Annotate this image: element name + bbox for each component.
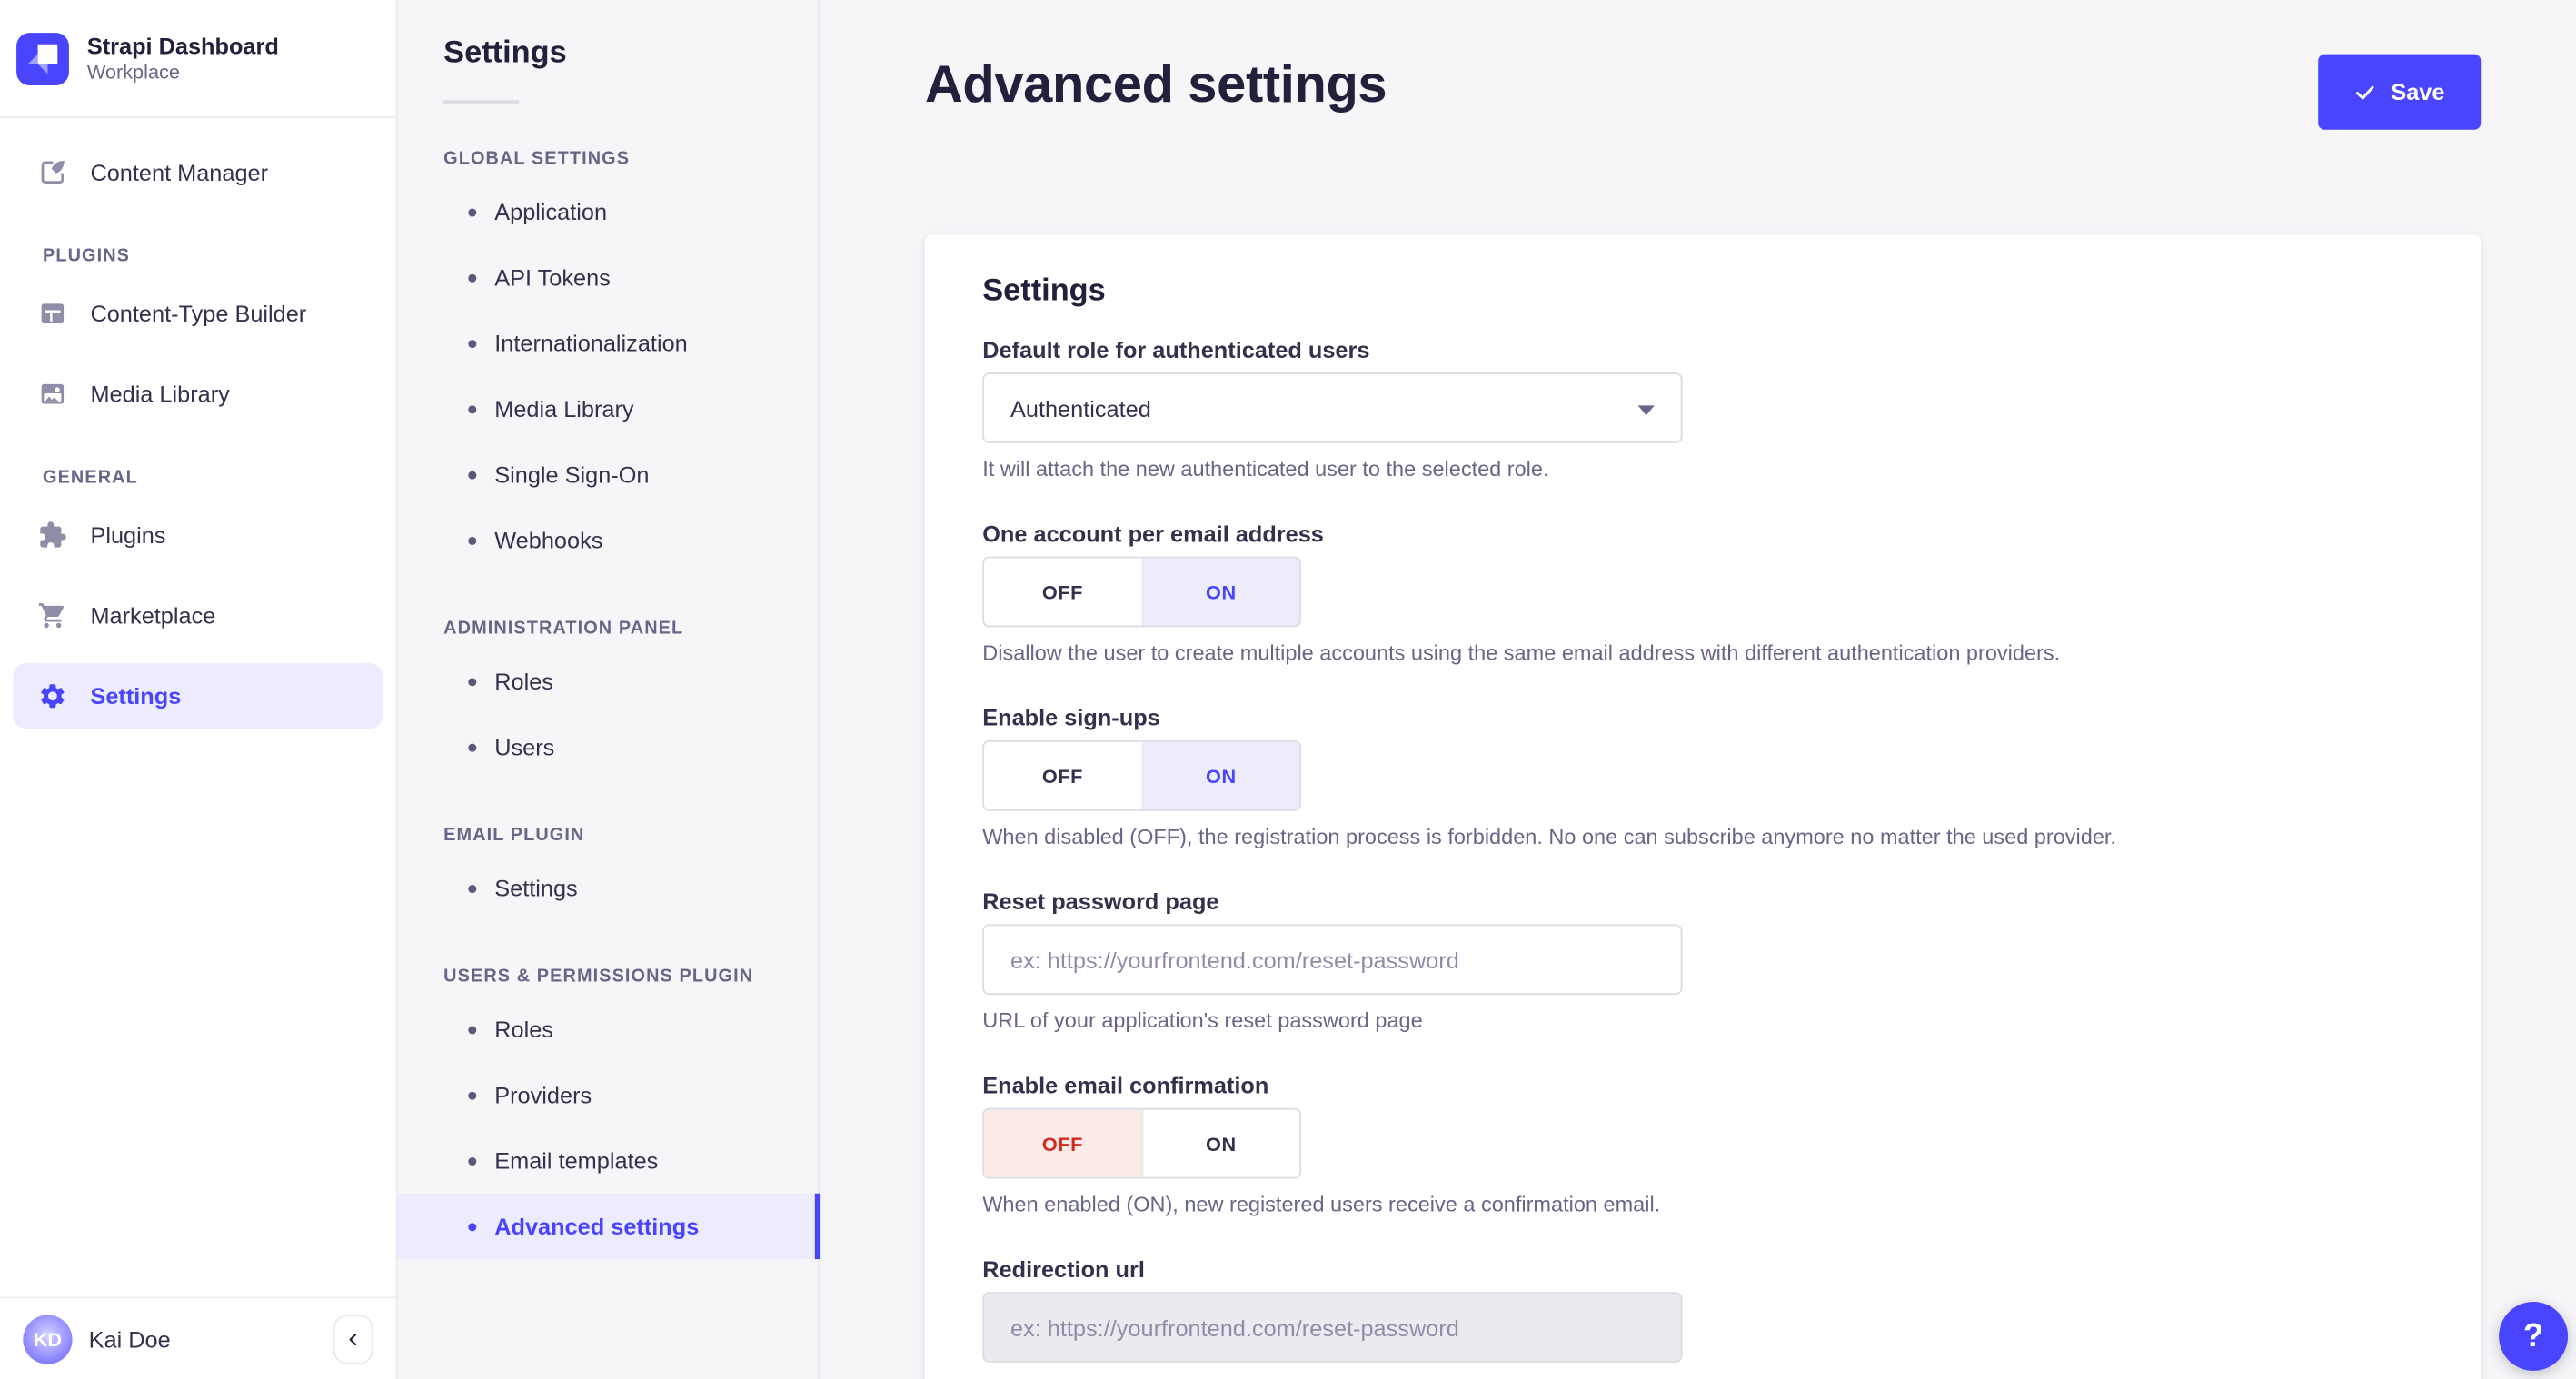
toggle-on-option[interactable]: ON [1140, 1109, 1299, 1177]
toggle-on-option[interactable]: ON [1140, 558, 1300, 626]
sidebar-section-general: GENERAL [43, 468, 138, 488]
sidebar-item-label: Plugins [90, 521, 166, 549]
picture-icon [38, 379, 68, 409]
subnav-item-up-email-templates[interactable]: Email templates [398, 1127, 819, 1193]
field-reset-password-page: Reset password page URL of your applicat… [982, 888, 2423, 1033]
sidebar-item-content-manager[interactable]: Content Manager [13, 140, 383, 205]
enable-sign-ups-toggle: OFF ON [982, 740, 1302, 811]
subnav-title: Settings [443, 35, 567, 71]
collapse-sidebar-button[interactable] [333, 1314, 373, 1364]
check-icon [2355, 81, 2377, 102]
subnav-section-administration-panel: ADMINISTRATION PANEL [443, 619, 684, 639]
default-role-select[interactable]: Authenticated [982, 372, 1683, 443]
field-hint: When disabled (OFF), the registration pr… [982, 824, 2116, 849]
subnav-item-single-sign-on[interactable]: Single Sign-On [398, 441, 819, 507]
field-label: Reset password page [982, 888, 1219, 915]
chevron-left-icon [343, 1329, 363, 1349]
toggle-on-option[interactable]: ON [1140, 741, 1300, 809]
strapi-logo-icon [16, 32, 69, 85]
field-label: Enable sign-ups [982, 704, 1160, 731]
page-title: Advanced settings [924, 54, 1387, 114]
puzzle-icon [38, 521, 68, 551]
layout-grid-icon [38, 299, 68, 329]
subnav-item-up-providers[interactable]: Providers [398, 1062, 819, 1127]
field-one-account-per-email: One account per email address OFF ON Dis… [982, 521, 2423, 665]
main-content: Advanced settings Save Settings Default … [820, 0, 2576, 1379]
toggle-off-option[interactable]: OFF [984, 1109, 1141, 1177]
email-confirmation-toggle: OFF ON [982, 1107, 1302, 1179]
sidebar-item-label: Marketplace [90, 602, 216, 630]
workspace-brand: Strapi Dashboard Workplace [0, 0, 396, 119]
sidebar-item-marketplace[interactable]: Marketplace [13, 583, 383, 649]
avatar: KD [23, 1314, 73, 1364]
settings-card: Settings Default role for authenticated … [924, 234, 2482, 1379]
workspace-subtitle: Workplace [86, 60, 180, 84]
field-enable-sign-ups: Enable sign-ups OFF ON When disabled (OF… [982, 704, 2423, 848]
subnav-item-internationalization[interactable]: Internationalization [398, 311, 819, 376]
sidebar-item-settings[interactable]: Settings [13, 663, 383, 729]
sidebar-item-plugins[interactable]: Plugins [13, 502, 383, 568]
redirection-url-input [982, 1292, 1683, 1363]
save-button[interactable]: Save [2318, 54, 2482, 130]
field-hint: When enabled (ON), new registered users … [982, 1191, 1661, 1217]
subnav-item-email-settings[interactable]: Settings [398, 855, 819, 920]
subnav-item-api-tokens[interactable]: API Tokens [398, 244, 819, 310]
sidebar-item-content-type-builder[interactable]: Content-Type Builder [13, 281, 383, 346]
workspace-title: Strapi Dashboard [86, 32, 279, 59]
field-hint: It will attach the new authenticated use… [982, 456, 1549, 481]
sidebar-item-media-library[interactable]: Media Library [13, 362, 383, 427]
one-account-toggle: OFF ON [982, 556, 1302, 628]
sidebar-item-label: Settings [90, 682, 182, 709]
subnav-item-admin-users[interactable]: Users [398, 714, 819, 779]
field-redirection-url: Redirection url [982, 1255, 2423, 1363]
user-name: Kai Doe [88, 1325, 171, 1353]
select-value: Authenticated [1010, 394, 1151, 422]
sidebar-item-label: Content-Type Builder [90, 300, 307, 327]
main-sidebar: Strapi Dashboard Workplace Content Manag… [0, 0, 398, 1379]
subnav-section-users-permissions-plugin: USERS & PERMISSIONS PLUGIN [443, 967, 754, 987]
subnav-item-up-roles[interactable]: Roles [398, 997, 819, 1062]
save-button-label: Save [2391, 78, 2445, 105]
sidebar-item-label: Media Library [90, 381, 230, 408]
reset-password-input[interactable] [982, 924, 1683, 996]
chevron-down-icon [1637, 404, 1655, 415]
app-root: Strapi Dashboard Workplace Content Manag… [0, 0, 2576, 1379]
field-label: Enable email confirmation [982, 1072, 1269, 1098]
subnav-section-global-settings: GLOBAL SETTINGS [443, 149, 631, 170]
sidebar-nav: Content Manager PLUGINS Content-Type Bui… [0, 118, 396, 1296]
sidebar-user-footer: KD Kai Doe [0, 1296, 396, 1379]
gear-icon [38, 681, 68, 711]
help-button[interactable]: ? [2499, 1302, 2569, 1371]
subnav-item-webhooks[interactable]: Webhooks [398, 507, 819, 572]
field-label: Default role for authenticated users [982, 336, 1370, 363]
field-enable-email-confirmation: Enable email confirmation OFF ON When en… [982, 1072, 2423, 1216]
subnav-item-admin-roles[interactable]: Roles [398, 649, 819, 714]
card-title: Settings [982, 273, 1106, 309]
shopping-cart-icon [38, 600, 68, 630]
subnav-item-up-advanced-settings[interactable]: Advanced settings [397, 1193, 821, 1260]
sidebar-section-plugins: PLUGINS [43, 246, 131, 266]
field-label: Redirection url [982, 1255, 1145, 1283]
field-label: One account per email address [982, 520, 1324, 547]
field-hint: Disallow the user to create multiple acc… [982, 640, 2061, 665]
page-header: Advanced settings Save [820, 0, 2576, 130]
subnav-item-media-library[interactable]: Media Library [398, 376, 819, 441]
subnav-section-email-plugin: EMAIL PLUGIN [443, 825, 585, 846]
toggle-off-option[interactable]: OFF [984, 742, 1141, 809]
feather-pen-icon [38, 157, 68, 187]
field-hint: URL of your application's reset password… [982, 1007, 1423, 1033]
subnav-item-application[interactable]: Application [398, 179, 819, 244]
sidebar-item-label: Content Manager [90, 159, 269, 186]
toggle-off-option[interactable]: OFF [984, 558, 1141, 625]
settings-subnav: Settings GLOBAL SETTINGS Application API… [397, 0, 821, 1379]
field-default-role: Default role for authenticated users Aut… [982, 336, 2423, 481]
